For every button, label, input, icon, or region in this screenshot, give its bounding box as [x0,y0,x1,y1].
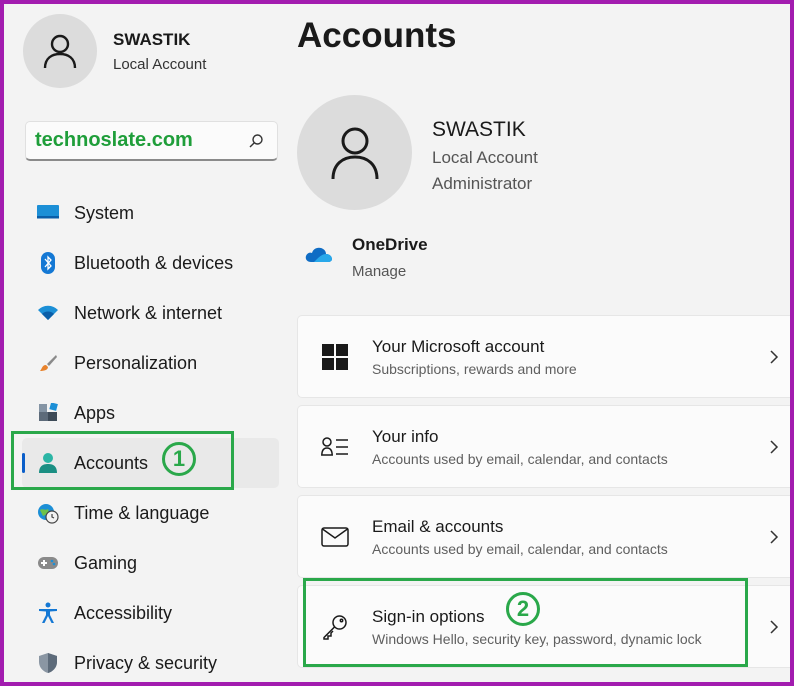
chevron-right-icon [754,439,794,455]
card-subtitle: Accounts used by email, calendar, and co… [372,450,668,467]
sidebar-item-label: Privacy & security [74,652,218,673]
avatar[interactable] [297,95,412,210]
sidebar-item-privacy-security[interactable]: Privacy & security [22,638,279,686]
card-email-accounts[interactable]: Email & accounts Accounts used by email,… [297,495,794,578]
accounts-highlight-box [11,431,234,490]
onedrive-title: OneDrive [352,235,428,254]
user-name: SWASTIK [432,118,526,141]
user-type: Local Account [432,148,538,167]
sidebar-item-label: Gaming [74,552,138,573]
sidebar-item-label: Time & language [74,502,210,523]
card-subtitle: Subscriptions, rewards and more [372,360,577,377]
page-title: Accounts [297,16,457,55]
chevron-right-icon [754,529,794,545]
bluetooth-icon [22,252,74,274]
user-info: SWASTIK Local Account Administrator [432,118,538,194]
mail-icon [298,526,372,547]
onedrive-section: OneDrive Manage [305,235,428,280]
card-subtitle: Accounts used by email, calendar, and co… [372,540,668,557]
sidebar-item-gaming[interactable]: Gaming [22,538,279,588]
person-icon [331,127,378,179]
chevron-right-icon [754,349,794,365]
sidebar-item-personalization[interactable]: Personalization [22,338,279,388]
chevron-right-icon [754,619,794,635]
wifi-icon [22,305,74,321]
card-microsoft-account[interactable]: Your Microsoft account Subscriptions, re… [297,315,794,398]
sidebar-item-label: Accessibility [74,602,173,623]
sidebar-item-system[interactable]: System [22,188,279,238]
sidebar-item-label: Apps [74,402,116,423]
sidebar-item-accessibility[interactable]: Accessibility [22,588,279,638]
card-your-info[interactable]: Your info Accounts used by email, calend… [297,405,794,488]
sidebar-item-network[interactable]: Network & internet [22,288,279,338]
person-list-icon [298,436,372,458]
search-icon[interactable] [241,133,271,149]
accessibility-icon [22,602,74,624]
search-value: technoslate.com [35,129,193,151]
sidebar-item-time-language[interactable]: Time & language [22,488,279,538]
sidebar-item-bluetooth[interactable]: Bluetooth & devices [22,238,279,288]
sidebar-profile[interactable]: SWASTIK Local Account [23,14,206,88]
card-title: Email & accounts [372,516,504,536]
windows-logo-icon [298,343,372,370]
clock-globe-icon [22,502,74,524]
sidebar-item-label: Personalization [74,352,198,373]
onedrive-cloud-icon [305,245,335,268]
profile-type: Local Account [113,55,207,73]
monitor-icon [22,205,74,221]
card-title: Your info [372,426,439,446]
profile-name: SWASTIK [113,29,191,49]
onedrive-manage-link[interactable]: Manage [352,263,428,280]
step-badge-1: 1 [162,442,196,476]
sidebar-item-label: System [74,202,135,223]
shield-icon [22,652,74,674]
search-input[interactable]: technoslate.com [25,121,278,161]
step-badge-2: 2 [506,592,540,626]
sidebar-item-label: Network & internet [74,302,223,323]
paintbrush-icon [22,353,74,373]
apps-icon [22,403,74,423]
card-title: Your Microsoft account [372,336,545,356]
gamepad-icon [22,555,74,571]
avatar [23,14,97,88]
user-role: Administrator [432,174,533,193]
sidebar-item-label: Bluetooth & devices [74,252,234,273]
person-icon [43,34,77,69]
